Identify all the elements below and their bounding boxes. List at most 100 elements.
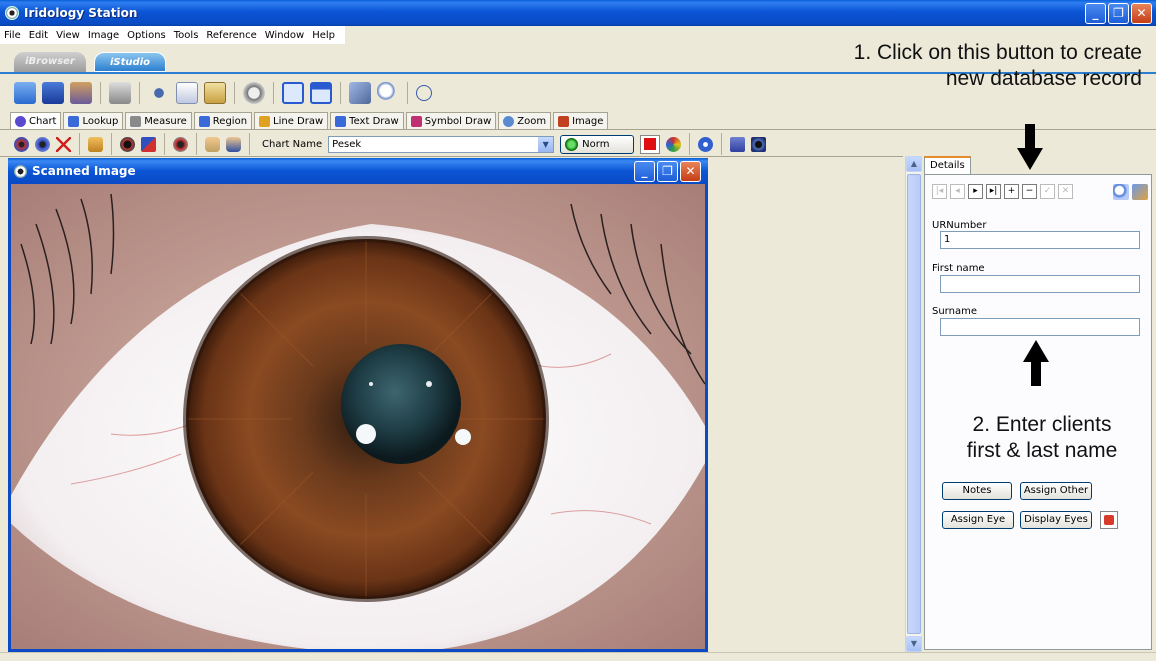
eye-photo[interactable] (11, 184, 705, 649)
menu-help[interactable]: Help (312, 30, 335, 41)
up-arrow-icon (1023, 340, 1049, 386)
tab-ibrowser[interactable]: iBrowser (14, 52, 86, 72)
first-name-field[interactable] (940, 275, 1140, 293)
zoom-in-icon[interactable] (377, 82, 399, 104)
tab-image[interactable]: Image (553, 112, 609, 129)
minimize-button[interactable]: _ (1085, 3, 1106, 24)
camera-icon[interactable] (109, 82, 131, 104)
norm-button[interactable]: Norm (560, 134, 635, 154)
delete-record-icon[interactable]: − (1022, 184, 1037, 199)
person-icon[interactable] (205, 136, 220, 152)
help-icon[interactable] (416, 85, 432, 101)
menu-file[interactable]: File (4, 30, 21, 41)
chart-name-select[interactable]: Pesek ▼ (328, 135, 555, 153)
menu-options[interactable]: Options (127, 30, 166, 41)
surname-field[interactable] (940, 318, 1140, 336)
tab-chart-label: Chart (29, 115, 57, 127)
search-icon[interactable] (1113, 184, 1129, 200)
tab-details[interactable]: Details (924, 156, 971, 174)
menu-reference[interactable]: Reference (206, 30, 256, 41)
prev-record-icon[interactable]: ◂ (950, 184, 965, 199)
chart-name-label: Chart Name (262, 138, 323, 150)
tab-istudio[interactable]: iStudio (94, 52, 166, 72)
menu-image[interactable]: Image (88, 30, 119, 41)
toolbar-separator (139, 82, 140, 104)
tab-line-draw-label: Line Draw (273, 115, 324, 127)
tab-measure[interactable]: Measure (125, 112, 192, 129)
region-icon (198, 115, 210, 127)
toolbar-separator (234, 82, 235, 104)
tab-text-draw[interactable]: Text Draw (330, 112, 404, 129)
vertical-scrollbar[interactable]: ▲ ▼ (905, 156, 922, 652)
image-import-icon[interactable] (1132, 184, 1148, 200)
menu-window[interactable]: Window (265, 30, 304, 41)
window-title: Iridology Station (24, 6, 138, 20)
menu-tools[interactable]: Tools (174, 30, 199, 41)
assign-eye-button[interactable]: Assign Eye (942, 511, 1014, 529)
red-eye-icon[interactable] (173, 136, 188, 152)
scroll-down-icon[interactable]: ▼ (906, 636, 922, 652)
ruler-icon (130, 115, 142, 127)
first-record-icon[interactable]: |◂ (932, 184, 947, 199)
close-button[interactable]: ✕ (1131, 3, 1152, 24)
eye-view-icon[interactable] (751, 136, 767, 152)
lock-icon[interactable] (88, 136, 103, 152)
export-glyph-icon (1104, 515, 1114, 525)
tab-image-label: Image (572, 115, 604, 127)
restore-button[interactable]: ❐ (1108, 3, 1129, 24)
paste-icon[interactable] (204, 82, 226, 104)
menu-view[interactable]: View (56, 30, 80, 41)
tab-line-draw[interactable]: Line Draw (254, 112, 329, 129)
copy-icon[interactable] (176, 82, 198, 104)
image-minimize-button[interactable]: _ (634, 161, 655, 182)
overlay-icon[interactable] (141, 136, 156, 152)
tool-tab-divider (0, 129, 1156, 130)
chevron-down-icon[interactable]: ▼ (538, 136, 554, 152)
open-folder-icon[interactable] (14, 82, 36, 104)
scroll-up-icon[interactable]: ▲ (906, 156, 922, 172)
notes-button[interactable]: Notes (942, 482, 1012, 500)
add-record-icon[interactable]: + (1004, 184, 1019, 199)
eye-icon (15, 115, 26, 127)
image-maximize-button[interactable]: ❐ (657, 161, 678, 182)
last-record-icon[interactable]: ▸| (986, 184, 1001, 199)
tab-symbol-draw[interactable]: Symbol Draw (405, 112, 497, 129)
draw-tool-icon[interactable] (349, 82, 371, 104)
tab-chart[interactable]: Chart (10, 112, 62, 129)
color-wheel-icon[interactable] (666, 136, 682, 152)
delete-icon[interactable] (56, 136, 71, 152)
split-vertical-icon[interactable] (282, 82, 304, 104)
cut-icon[interactable] (148, 82, 170, 104)
tab-lookup[interactable]: Lookup (63, 112, 124, 129)
window-title-bar: Iridology Station _ ❐ ✕ (0, 0, 1156, 26)
info-icon[interactable] (698, 136, 714, 152)
refresh-icon[interactable] (243, 82, 265, 104)
stop-icon (644, 138, 657, 150)
split-horizontal-icon[interactable] (310, 82, 332, 104)
iris-chart-alt-icon[interactable] (35, 136, 50, 152)
tab-region[interactable]: Region (193, 112, 253, 129)
stop-button[interactable] (640, 134, 661, 154)
annotation-step2: 2. Enter clients first & last name (935, 412, 1149, 464)
tab-zoom[interactable]: Zoom (498, 112, 552, 129)
urnumber-field[interactable]: 1 (940, 231, 1140, 249)
table-icon (68, 115, 80, 127)
post-edit-icon[interactable]: ✓ (1040, 184, 1055, 199)
image-close-button[interactable]: ✕ (680, 161, 701, 182)
iris-chart-icon[interactable] (14, 136, 29, 152)
export-icon[interactable] (1100, 511, 1118, 529)
image-window-title-bar[interactable]: Scanned Image _ ❐ ✕ (8, 158, 708, 184)
pupil-icon[interactable] (120, 136, 135, 152)
display-eyes-button[interactable]: Display Eyes (1020, 511, 1092, 529)
menu-edit[interactable]: Edit (29, 30, 48, 41)
image-window-title: Scanned Image (32, 164, 136, 178)
assign-other-button[interactable]: Assign Other (1020, 482, 1092, 500)
next-record-icon[interactable]: ▸ (968, 184, 983, 199)
scroll-thumb[interactable] (907, 174, 921, 634)
toolbar-separator (164, 133, 165, 155)
save-all-icon[interactable] (70, 82, 92, 104)
save-icon[interactable] (42, 82, 64, 104)
cancel-edit-icon[interactable]: ✕ (1058, 184, 1073, 199)
3d-view-icon[interactable] (730, 136, 746, 152)
person-alt-icon[interactable] (226, 136, 241, 152)
